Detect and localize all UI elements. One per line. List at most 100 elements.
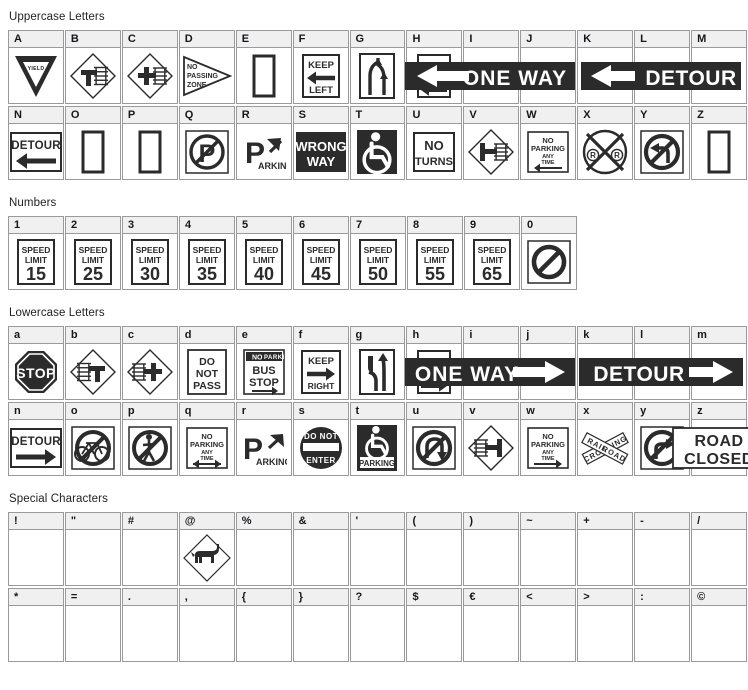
glyph-cell-no-parking-any-time-left-sign[interactable]: W NO PARKING ANY TIME xyxy=(520,106,577,180)
glyph-cell-detour-right-banner-sign[interactable]: l DETOUR xyxy=(579,326,744,400)
glyph-cell-railroad-crossing-left-diamond-sign[interactable]: V xyxy=(463,106,520,180)
glyph-cell-label: * xyxy=(9,589,63,606)
glyph-cell-speed-limit-sign[interactable]: 7 SPEED LIMIT 50 xyxy=(350,216,406,290)
glyph-cell-railroad-crossing-plus-left-diamond-sign[interactable]: c xyxy=(121,326,178,400)
glyph-cell-wrong-way-sign[interactable]: S WRONG WAY xyxy=(292,106,349,180)
glyph-cell-railroad-crossing-plus-diamond-sign[interactable]: C xyxy=(121,30,178,104)
glyph-cell-blank-cell[interactable]: ' xyxy=(349,512,406,586)
glyph-cell-speed-limit-sign[interactable]: 4 SPEED LIMIT 35 xyxy=(179,216,235,290)
glyph-cell-speed-limit-sign[interactable]: 2 SPEED LIMIT 25 xyxy=(65,216,121,290)
glyph-cell-railroad-crossbuck-rr-sign[interactable]: XRR xyxy=(577,106,634,180)
glyph-cell-yield-triangle-sign[interactable]: A YIELD xyxy=(8,30,64,104)
glyph-cell-keep-right-sign[interactable]: f KEEP RIGHT xyxy=(292,326,349,400)
glyph-cell-blank-cell[interactable]: & xyxy=(292,512,349,586)
glyph-cell-label: v xyxy=(464,403,519,420)
glyph-cell-blank-cell[interactable]: + xyxy=(577,512,634,586)
glyph-cell-blank-cell[interactable]: ) xyxy=(463,512,520,586)
glyph-cell-speed-limit-sign[interactable]: 9 SPEED LIMIT 65 xyxy=(464,216,520,290)
glyph-cell-no-right-turn-sign[interactable]: y xyxy=(634,402,691,476)
glyph-cell-label: Q xyxy=(179,107,234,124)
glyph-cell-blank-cell[interactable]: J xyxy=(520,30,577,104)
glyph-cell-detour-left-banner-sign[interactable]: L DETOUR xyxy=(581,30,742,104)
glyph-cell-blank-cell[interactable]: } xyxy=(292,588,349,662)
glyph-cell-detour-left-arrow-sign[interactable]: N DETOUR xyxy=(8,106,64,180)
glyph-cell-speed-limit-sign[interactable]: 6 SPEED LIMIT 45 xyxy=(293,216,349,290)
glyph-cell-detour-right-arrow-sign[interactable]: n DETOUR xyxy=(8,402,64,476)
glyph-cell-keep-left-sign[interactable]: F KEEP LEFT xyxy=(292,30,349,104)
glyph-cell-body: ONE WAY xyxy=(405,344,576,399)
glyph-cell-blank-cell[interactable]: © xyxy=(691,588,747,662)
glyph-cell-body xyxy=(521,48,575,103)
glyph-cell-no-parking-bus-stop-sign[interactable]: e NOPARKING BUSSTOP xyxy=(235,326,292,400)
glyph-cell-blank-cell[interactable]: j xyxy=(520,326,577,400)
glyph-cell-blank-cell[interactable]: / xyxy=(691,512,747,586)
glyph-cell-blank-cell[interactable]: % xyxy=(235,512,292,586)
glyph-cell-no-passing-zone-pennant-sign[interactable]: D NO PASSING ZONE xyxy=(178,30,235,104)
glyph-cell-blank-cell[interactable]: $ xyxy=(406,588,463,662)
glyph-cell-no-parking-any-time-both-sign[interactable]: q NO PARKING ANY TIME xyxy=(178,402,235,476)
glyph-cell-blank-vertical-rectangle-sign[interactable]: E xyxy=(235,30,292,104)
glyph-cell-blank-cell[interactable]: , xyxy=(178,588,235,662)
glyph-cell-blank-cell[interactable]: k xyxy=(577,326,634,400)
glyph-cell-blank-cell[interactable]: M xyxy=(691,30,747,104)
svg-text:TIME: TIME xyxy=(200,456,213,462)
glyph-cell-lane-merge-right-sign[interactable]: g xyxy=(349,326,406,400)
glyph-cell-blank-vertical-rectangle-sign[interactable]: Z xyxy=(691,106,747,180)
svg-text:NO: NO xyxy=(543,432,554,441)
glyph-cell-speed-limit-sign[interactable]: 1 SPEED LIMIT 15 xyxy=(8,216,64,290)
glyph-cell-parking-arrow-up-right-sign[interactable]: rPARKING xyxy=(235,402,292,476)
glyph-cell-speed-limit-sign[interactable]: 8 SPEED LIMIT 55 xyxy=(407,216,463,290)
glyph-cell-blank-cell[interactable]: K xyxy=(577,30,634,104)
glyph-cell-blank-vertical-rectangle-sign[interactable]: P xyxy=(121,106,178,180)
glyph-cell-blank-cell[interactable]: . xyxy=(121,588,178,662)
glyph-cell-railroad-crossing-x-sign[interactable]: x CROSSING RAIL ROAD xyxy=(577,402,634,476)
glyph-cell-handicap-accessible-black-sign[interactable]: T xyxy=(349,106,406,180)
glyph-cell-prohibition-circle-sign[interactable]: 0 xyxy=(521,216,577,290)
glyph-cell-blank-cell[interactable]: { xyxy=(235,588,292,662)
glyph-cell-stop-octagon-sign[interactable]: a STOP xyxy=(8,326,64,400)
detour-left-arrow-sign: DETOUR xyxy=(9,131,63,173)
glyph-cell-handicap-parking-black-sign[interactable]: t PARKING xyxy=(349,402,406,476)
glyph-cell-speed-limit-sign[interactable]: 3 SPEED LIMIT 30 xyxy=(122,216,178,290)
glyph-cell-no-parking-circle-slash-sign[interactable]: QP xyxy=(178,106,235,180)
glyph-cell-one-way-right-banner-sign[interactable]: i ONE WAY xyxy=(405,326,576,400)
glyph-cell-speed-limit-sign[interactable]: 5 SPEED LIMIT 40 xyxy=(236,216,292,290)
glyph-cell-blank-vertical-rectangle-sign[interactable]: O xyxy=(64,106,121,180)
glyph-cell-blank-cell[interactable]: < xyxy=(520,588,577,662)
glyph-cell-blank-cell[interactable]: ! xyxy=(8,512,64,586)
glyph-cell-animal-crossing-diamond-sign[interactable]: @ xyxy=(178,512,235,586)
glyph-cell-blank-cell[interactable]: > xyxy=(577,588,634,662)
glyph-cell-railroad-crossing-t-left-diamond-sign[interactable]: b xyxy=(64,326,121,400)
glyph-cell-label: P xyxy=(122,107,177,124)
glyph-cell-blank-cell[interactable]: : xyxy=(634,588,691,662)
glyph-cell-no-bicycles-sign[interactable]: o xyxy=(64,402,121,476)
glyph-cell-no-u-turn-sign[interactable]: u xyxy=(406,402,463,476)
glyph-cell-blank-cell[interactable]: # xyxy=(121,512,178,586)
glyph-cell-one-way-left-sign[interactable]: H ONE WAY xyxy=(406,30,463,104)
glyph-cell-label: x xyxy=(578,403,633,420)
glyph-cell-parking-arrow-up-left-sign[interactable]: RPARKING xyxy=(235,106,292,180)
glyph-cell-no-left-turn-sign[interactable]: Y xyxy=(634,106,691,180)
glyph-cell-blank-cell[interactable]: ( xyxy=(406,512,463,586)
glyph-cell-railroad-crossing-t-diamond-sign[interactable]: B xyxy=(64,30,121,104)
glyph-cell-one-way-left-banner-sign[interactable]: I ONE WAY xyxy=(405,30,576,104)
glyph-cell-blank-cell[interactable]: ? xyxy=(349,588,406,662)
glyph-cell-one-way-right-sign[interactable]: h ONE WAY xyxy=(406,326,463,400)
glyph-cell-do-not-enter-sign[interactable]: s DO NOT ENTER xyxy=(292,402,349,476)
glyph-cell-blank-cell[interactable]: " xyxy=(64,512,121,586)
glyph-cell-label: € xyxy=(464,589,519,606)
glyph-cell-blank-cell[interactable]: € xyxy=(463,588,520,662)
glyph-cell-road-closed-sign[interactable]: z ROAD CLOSED xyxy=(672,402,748,476)
glyph-cell-blank-cell[interactable]: - xyxy=(634,512,691,586)
glyph-cell-do-not-pass-sign[interactable]: d DO NOT PASS xyxy=(178,326,235,400)
glyph-cell-no-turns-sign[interactable]: U NO TURNS xyxy=(406,106,463,180)
glyph-cell-no-pedestrians-sign[interactable]: p xyxy=(121,402,178,476)
glyph-cell-no-parking-any-time-right-sign[interactable]: w NO PARKING ANY TIME xyxy=(520,402,577,476)
glyph-cell-blank-cell[interactable]: * xyxy=(8,588,64,662)
glyph-cell-blank-cell[interactable]: ~ xyxy=(520,512,577,586)
svg-text:LIMIT: LIMIT xyxy=(310,255,333,265)
glyph-cell-railroad-crossing-right-diamond-sign[interactable]: v xyxy=(463,402,520,476)
glyph-cell-blank-cell[interactable]: = xyxy=(64,588,121,662)
glyph-cell-blank-cell[interactable]: m xyxy=(691,326,747,400)
glyph-cell-lane-merge-divided-highway-sign[interactable]: G xyxy=(349,30,406,104)
